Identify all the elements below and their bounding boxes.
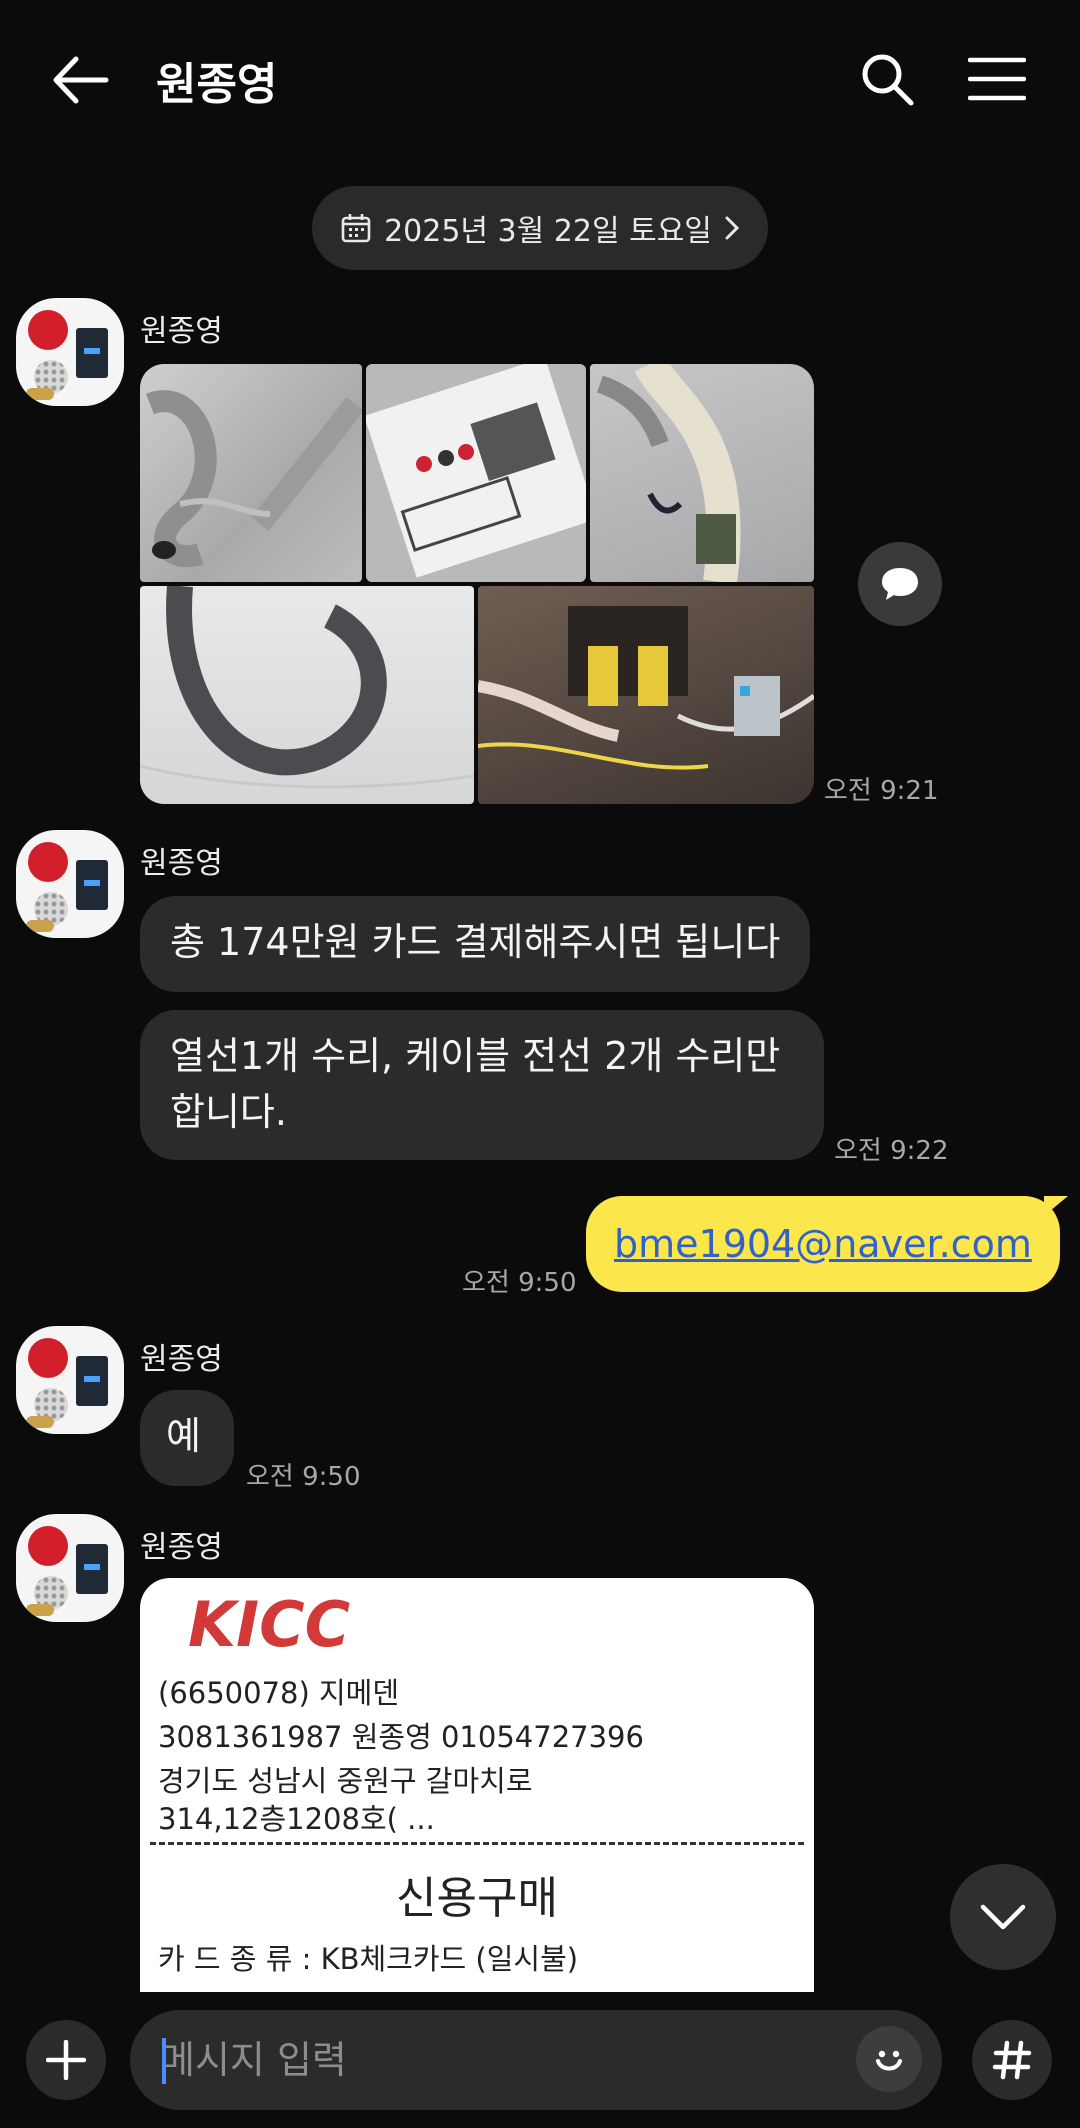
sender-name: 원종영 — [140, 314, 223, 349]
date-divider[interactable]: 2025년 3월 22일 토요일 — [312, 186, 768, 270]
avatar[interactable] — [16, 1326, 124, 1434]
avatar[interactable] — [16, 1514, 124, 1622]
receipt-heading: 신용구매 — [396, 1873, 558, 1924]
sender-name: 원종영 — [140, 1530, 223, 1565]
receipt-line: 카 드 종 류 : KB체크카드 (일시불) — [158, 1942, 579, 1976]
speech-bubble-icon — [882, 568, 918, 600]
divider — [150, 1842, 804, 1845]
arrow-left-icon — [53, 56, 109, 104]
photo-controller-board — [366, 364, 586, 578]
kicc-logo: KICC — [188, 1588, 350, 1661]
avatar-badge — [28, 310, 68, 350]
receipt-line: 경기도 성남시 중원구 갈마치로 — [158, 1764, 533, 1798]
scroll-to-bottom-button[interactable] — [950, 1864, 1056, 1970]
receipt-image[interactable]: KICC (6650078) 지메덴 3081361987 원종영 010547… — [140, 1578, 814, 1992]
message-time: 오전 9:50 — [246, 1462, 361, 1492]
text-caret — [162, 2038, 166, 2084]
chevron-right-icon — [725, 216, 740, 240]
menu-button[interactable] — [962, 44, 1032, 114]
avatar-base — [26, 1604, 54, 1616]
reply-button[interactable] — [858, 542, 942, 626]
chat-title: 원종영 — [156, 59, 278, 110]
avatar-badge — [28, 1338, 68, 1378]
attach-button[interactable] — [26, 2020, 106, 2100]
chat-header: 원종영 — [0, 0, 1080, 160]
search-button[interactable] — [852, 44, 922, 114]
avatar[interactable] — [16, 830, 124, 938]
receipt-line: 3081361987 원종영 01054727396 — [158, 1720, 644, 1754]
photo-thumbnail[interactable] — [366, 364, 586, 582]
emoji-icon — [876, 2050, 902, 2071]
sender-name: 원종영 — [140, 846, 223, 881]
avatar-device — [76, 328, 108, 378]
plus-icon — [46, 2040, 86, 2080]
hashtag-button[interactable] — [972, 2020, 1052, 2100]
message-time: 오전 9:21 — [824, 776, 939, 806]
photo-transformer — [478, 606, 814, 770]
photo-cable-connector — [596, 364, 741, 582]
avatar-device — [76, 1544, 108, 1594]
avatar-badge — [28, 1526, 68, 1566]
emoji-button[interactable] — [856, 2026, 922, 2092]
avatar-base — [26, 388, 54, 400]
email-link[interactable]: bme1904@naver.com — [614, 1222, 1032, 1266]
calendar-icon — [341, 214, 371, 243]
back-button[interactable] — [40, 42, 120, 118]
message-time: 오전 9:22 — [834, 1136, 949, 1166]
avatar-base — [26, 1416, 54, 1428]
avatar-base — [26, 920, 54, 932]
menu-icon — [968, 57, 1026, 101]
bubble-tail — [1044, 1196, 1068, 1216]
message-bubble[interactable]: 열선1개 수리, 케이블 전선 2개 수리만 합니다. — [140, 1010, 824, 1160]
receipt-line: (6650078) 지메덴 — [158, 1676, 400, 1710]
message-bubble[interactable]: 예 — [140, 1390, 234, 1486]
avatar[interactable] — [16, 298, 124, 406]
date-label: 2025년 3월 22일 토요일 — [384, 214, 712, 249]
message-time: 오전 9:50 — [462, 1268, 577, 1298]
photo-thumbnail[interactable] — [140, 364, 362, 582]
chevron-down-icon — [980, 1904, 1026, 1930]
photo-hose — [140, 586, 474, 789]
message-input-wrapper — [130, 2010, 942, 2110]
avatar-device — [76, 1356, 108, 1406]
search-icon — [862, 54, 914, 106]
avatar-device — [76, 860, 108, 910]
photo-thumbnail[interactable] — [478, 586, 814, 804]
my-message-bubble[interactable]: bme1904@naver.com — [586, 1196, 1060, 1292]
photo-cable-braided — [145, 390, 362, 568]
svg-text:KICC: KICC — [188, 1588, 350, 1661]
photo-thumbnail[interactable] — [140, 586, 474, 804]
avatar-badge — [28, 842, 68, 882]
hash-icon — [992, 2040, 1032, 2080]
message-bubble[interactable]: 총 174만원 카드 결제해주시면 됩니다 — [140, 896, 810, 992]
photo-thumbnail[interactable] — [590, 364, 814, 582]
receipt-line: 314,12층1208호( ... — [158, 1802, 435, 1836]
sender-name: 원종영 — [140, 1342, 223, 1377]
message-input[interactable] — [160, 2030, 840, 2090]
